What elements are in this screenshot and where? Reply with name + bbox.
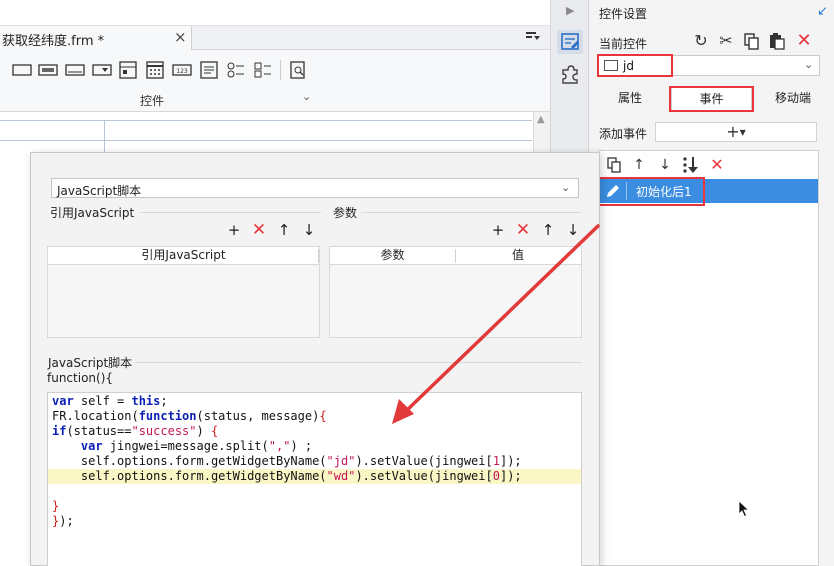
ref-js-section-label: 引用JavaScript (50, 206, 135, 220)
preview-widget-icon[interactable] (287, 60, 309, 80)
function-signature: function(){ (47, 371, 114, 385)
event-list: ↑ ↓ ✕ 初始化后1 (598, 150, 819, 566)
event-type-select[interactable]: JavaScript脚本 ⌄ (51, 178, 579, 198)
params-table[interactable]: 参数 值 (329, 246, 582, 338)
grid-line (0, 120, 532, 121)
script-section-label: JavaScript脚本 (48, 356, 133, 370)
ref-js-column-header: 引用JavaScript (48, 247, 319, 265)
button-widget-icon[interactable] (64, 60, 86, 80)
toolbar-collapse-icon[interactable]: ⌄ (302, 90, 311, 103)
divider (135, 362, 582, 363)
column-divider (455, 249, 456, 263)
delete-ref-js-icon[interactable]: ✕ (250, 221, 268, 239)
chevron-down-icon: ⌄ (561, 181, 571, 194)
paste-icon[interactable] (767, 31, 787, 51)
scroll-up-icon[interactable]: ▲ (537, 114, 545, 125)
textarea-widget-icon[interactable] (198, 60, 220, 80)
delete-widget-icon[interactable]: ✕ (794, 31, 814, 51)
code-line-current: self.options.form.getWidgetByName("wd").… (48, 469, 581, 484)
move-up-icon[interactable]: ↑ (539, 221, 557, 239)
expand-arrow-icon[interactable]: ▶ (566, 4, 574, 17)
toolbar-divider (280, 60, 281, 80)
grid-line (0, 140, 532, 141)
copy-event-icon[interactable] (604, 155, 624, 175)
annotation-highlight-box (598, 177, 705, 206)
copy-icon[interactable] (742, 31, 762, 51)
current-widget-label: 当前控件 (599, 37, 648, 51)
refresh-icon[interactable]: ↻ (691, 31, 711, 51)
pin-panel-icon[interactable]: ↙ (817, 4, 828, 19)
param-name-column-header: 参数 (330, 247, 455, 265)
toolbar-section-label: 控件 (140, 94, 165, 108)
add-icon: + (726, 122, 740, 141)
tab-menu-icon[interactable] (525, 30, 541, 44)
editor-tab-row: 获取经纬度.frm * × (0, 26, 550, 50)
move-down-icon[interactable]: ↓ (655, 155, 675, 175)
component-library-tab[interactable] (557, 62, 583, 86)
params-section-label: 参数 (333, 206, 358, 220)
column-divider (318, 249, 319, 263)
radio-group-widget-icon[interactable] (225, 60, 247, 80)
label-widget-icon[interactable] (37, 60, 59, 80)
puzzle-icon (562, 65, 578, 84)
code-line: }); (52, 514, 74, 528)
number-widget-icon[interactable]: 123 (171, 60, 193, 80)
close-tab-icon[interactable]: × (174, 28, 187, 46)
widget-settings-tab[interactable] (557, 30, 583, 54)
move-up-icon[interactable]: ↑ (275, 221, 293, 239)
code-line: var self = this; (52, 394, 168, 408)
sort-events-icon[interactable] (680, 155, 700, 175)
divider (141, 212, 321, 213)
widget-settings-icon (561, 33, 579, 50)
caret-down-icon: ▼ (739, 128, 746, 137)
listbox-widget-icon[interactable] (117, 60, 139, 80)
move-down-icon[interactable]: ↓ (300, 221, 318, 239)
move-down-icon[interactable]: ↓ (564, 221, 582, 239)
param-value-column-header: 值 (455, 247, 581, 265)
code-line: if(status=="success") { (52, 424, 219, 438)
delete-param-icon[interactable]: ✕ (514, 221, 532, 239)
code-line: } (52, 499, 60, 513)
widget-toolbar: 123 控件 ⌄ (0, 50, 550, 112)
widget-settings-panel: 控件设置 ↙ 当前控件 ↻ ✂ ✕ jd ⌄ 属性 事件 移动端 添加事件 +▼… (589, 0, 834, 566)
tab-mobile[interactable]: 移动端 (752, 87, 834, 111)
panel-title: 控件设置 (599, 7, 648, 21)
file-tab-title: 获取经纬度.frm * (2, 34, 105, 49)
code-line: FR.location(function(status, message){ (52, 409, 327, 423)
move-up-icon[interactable]: ↑ (629, 155, 649, 175)
annotation-highlight-box (597, 54, 673, 77)
javascript-event-dialog: JavaScript脚本 ⌄ 引用JavaScript 参数 + ✕ ↑ ↓ +… (30, 152, 600, 566)
file-tab[interactable]: 获取经纬度.frm * × (0, 26, 192, 50)
date-widget-icon[interactable] (144, 60, 166, 80)
code-line: self.options.form.getWidgetByName("jd").… (52, 454, 522, 468)
add-ref-js-icon[interactable]: + (225, 221, 243, 239)
add-param-icon[interactable]: + (489, 221, 507, 239)
svg-text:123: 123 (176, 68, 188, 75)
cut-icon[interactable]: ✂ (716, 31, 736, 51)
event-type-value: JavaScript脚本 (57, 184, 142, 198)
checkbox-group-widget-icon[interactable] (252, 60, 274, 80)
chevron-down-icon: ⌄ (804, 58, 814, 71)
divider (361, 212, 581, 213)
mouse-cursor-icon (738, 500, 750, 518)
top-bar (0, 0, 550, 26)
tab-properties[interactable]: 属性 (589, 87, 671, 111)
add-event-button[interactable]: +▼ (655, 122, 817, 142)
javascript-code-editor[interactable]: var self = this; FR.location(function(st… (47, 392, 582, 566)
grid-line (104, 120, 105, 152)
delete-event-icon[interactable]: ✕ (707, 155, 727, 175)
add-event-label: 添加事件 (599, 127, 648, 141)
code-line: var jingwei=message.split(",") ; (80, 439, 313, 453)
ref-js-table[interactable]: 引用JavaScript (47, 246, 320, 338)
combobox-widget-icon[interactable] (91, 60, 113, 80)
annotation-highlight-box (669, 86, 754, 112)
textbox-widget-icon[interactable] (11, 60, 33, 80)
